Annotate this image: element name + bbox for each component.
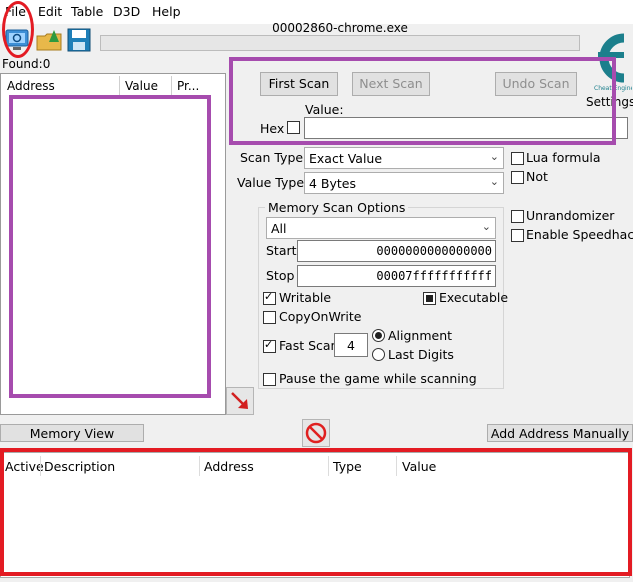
hex-checkbox[interactable] [287, 121, 300, 134]
menu-edit[interactable]: Edit [38, 4, 62, 19]
memory-scan-options-title: Memory Scan Options [265, 200, 409, 215]
scan-value-input[interactable] [304, 117, 628, 139]
column-separator[interactable] [396, 456, 397, 476]
hex-label: Hex [260, 121, 285, 136]
executable-checkbox[interactable] [423, 292, 436, 305]
copy-on-write-label: CopyOnWrite [279, 309, 362, 324]
fast-scan-checkbox[interactable] [263, 338, 276, 353]
memory-region-select[interactable]: All ⌄ [266, 217, 496, 239]
writable-label: Writable [279, 290, 332, 305]
col-header-value[interactable]: Value [125, 79, 158, 93]
scan-type-value: Exact Value [309, 151, 383, 166]
open-process-button[interactable] [2, 26, 32, 54]
svg-text:Cheat Engine: Cheat Engine [594, 85, 632, 92]
scan-type-label: Scan Type [240, 150, 304, 165]
memory-view-button[interactable]: Memory View [0, 424, 144, 442]
chevron-down-icon: ⌄ [489, 150, 499, 163]
arrow-down-right-icon [231, 392, 248, 409]
col-header-value[interactable]: Value [402, 459, 436, 474]
found-count: Found:0 [2, 57, 51, 71]
value-type-select[interactable]: 4 Bytes ⌄ [304, 172, 504, 194]
column-separator[interactable] [171, 76, 172, 96]
alignment-label: Alignment [388, 328, 453, 343]
indeterminate-mark [426, 295, 433, 302]
not-label: Not [526, 169, 548, 184]
column-separator[interactable] [119, 76, 120, 96]
scan-type-select[interactable]: Exact Value ⌄ [304, 147, 504, 169]
not-checkbox[interactable] [511, 171, 524, 184]
fast-scan-value-input[interactable]: 4 [334, 333, 368, 357]
column-separator[interactable] [40, 456, 41, 476]
cheat-engine-logo-icon: Cheat Engine [594, 33, 633, 92]
settings-link[interactable]: Settings [586, 95, 633, 109]
writable-checkbox[interactable] [263, 290, 276, 305]
value-label: Value: [305, 102, 344, 117]
folder-icon [36, 30, 62, 51]
enable-speedhack-checkbox[interactable] [511, 229, 524, 242]
alignment-radio[interactable] [372, 329, 385, 342]
copy-on-write-checkbox[interactable] [263, 311, 276, 324]
floppy-disk-icon [67, 28, 91, 52]
start-label: Start [266, 243, 297, 258]
col-header-active[interactable]: Active [5, 459, 44, 474]
stop-label: Stop [266, 268, 295, 283]
no-entry-icon [305, 422, 327, 444]
fast-scan-label: Fast Scan [279, 338, 339, 353]
lua-formula-checkbox[interactable] [511, 152, 524, 165]
menu-help[interactable]: Help [152, 4, 181, 19]
last-digits-label: Last Digits [388, 347, 454, 362]
column-separator[interactable] [199, 456, 200, 476]
menu-file[interactable]: File [5, 4, 26, 19]
last-digits-radio[interactable] [372, 348, 385, 361]
computer-icon [5, 29, 29, 50]
address-list-table[interactable]: Active Description Address Type Value [0, 452, 630, 578]
col-header-address[interactable]: Address [7, 79, 55, 93]
col-header-type[interactable]: Type [333, 459, 362, 474]
chevron-down-icon: ⌄ [489, 175, 499, 188]
menu-d3d[interactable]: D3D [113, 4, 140, 19]
col-header-previous[interactable]: Pr... [177, 79, 199, 93]
pause-game-checkbox[interactable] [263, 373, 276, 386]
add-to-address-list-button[interactable] [226, 387, 254, 415]
next-scan-button[interactable]: Next Scan [352, 72, 430, 96]
cheat-engine-logo[interactable]: Cheat Engine [584, 26, 633, 92]
column-separator[interactable] [328, 456, 329, 476]
executable-label: Executable [439, 290, 509, 305]
undo-scan-button[interactable]: Undo Scan [495, 72, 577, 96]
save-button[interactable] [64, 26, 94, 54]
value-type-value: 4 Bytes [309, 176, 357, 191]
stop-address-input[interactable]: 00007fffffffffff [297, 265, 496, 287]
scan-progress-bar [100, 35, 580, 51]
found-results-list[interactable]: Address Value Pr... [0, 73, 226, 415]
unrandomizer-label: Unrandomizer [526, 208, 615, 223]
add-address-manually-button[interactable]: Add Address Manually [487, 424, 633, 442]
first-scan-button[interactable]: First Scan [260, 72, 338, 96]
pause-game-label: Pause the game while scanning [279, 371, 477, 386]
open-file-button[interactable] [34, 26, 64, 54]
enable-speedhack-label: Enable Speedhack [526, 227, 633, 242]
process-title: 00002860-chrome.exe [272, 21, 408, 35]
menu-table[interactable]: Table [71, 4, 103, 19]
lua-formula-label: Lua formula [526, 150, 601, 165]
stop-button[interactable] [302, 419, 330, 447]
start-address-input[interactable]: 0000000000000000 [297, 240, 496, 262]
value-type-label: Value Type [237, 175, 305, 190]
col-header-address[interactable]: Address [204, 459, 254, 474]
col-header-description[interactable]: Description [44, 459, 115, 474]
memory-region-value: All [271, 221, 287, 236]
unrandomizer-checkbox[interactable] [511, 210, 524, 223]
chevron-down-icon: ⌄ [481, 220, 491, 233]
